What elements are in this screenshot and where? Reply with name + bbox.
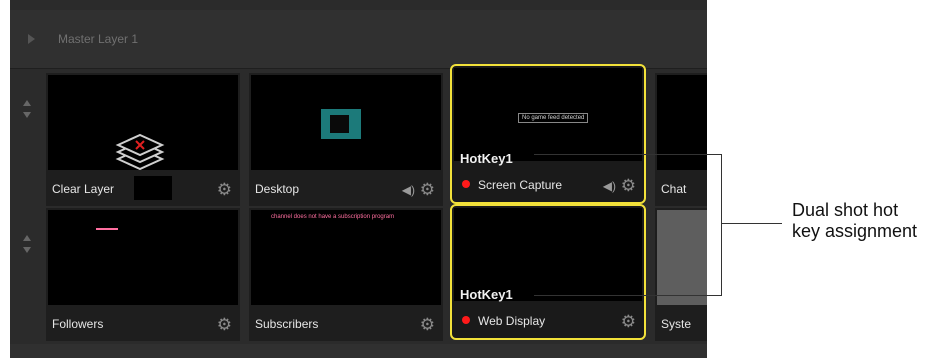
shot-preview	[48, 210, 238, 305]
shot-tile-subscribers[interactable]: channel does not have a subscription pro…	[249, 208, 443, 341]
gear-icon[interactable]: ⚙	[217, 316, 232, 333]
shot-preview: channel does not have a subscription pro…	[251, 210, 441, 305]
panel-footer	[10, 344, 707, 358]
callout-line-bottom	[534, 295, 722, 296]
shot-label: Subscribers	[255, 317, 319, 331]
hotkey-label: HotKey1	[460, 287, 513, 302]
gear-icon[interactable]: ⚙	[621, 177, 636, 194]
callout-line-top	[534, 154, 722, 155]
shot-tile-screen-capture[interactable]: No game feed detected HotKey1 Screen Cap…	[450, 64, 646, 204]
shot-preview	[657, 210, 707, 305]
callout-line-2: key assignment	[792, 221, 918, 241]
chevron-down-icon[interactable]	[23, 112, 31, 118]
speaker-icon[interactable]: ◀)	[402, 183, 415, 197]
gear-icon[interactable]: ⚙	[621, 313, 636, 330]
callout-bracket	[721, 154, 722, 296]
chevron-up-icon[interactable]	[23, 235, 31, 241]
callout-pointer	[722, 223, 782, 224]
layer-header[interactable]: Master Layer 1	[10, 10, 707, 69]
shot-label: Followers	[52, 317, 104, 331]
live-indicator-icon	[462, 180, 470, 188]
layer-title: Master Layer 1	[58, 32, 139, 46]
gear-icon[interactable]: ⚙	[420, 181, 435, 198]
color-swatch[interactable]	[134, 176, 172, 200]
shot-tile-system[interactable]: Syste	[655, 208, 707, 341]
shot-label: Clear Layer	[52, 182, 115, 196]
shot-tile-followers[interactable]: Followers ⚙	[46, 208, 240, 341]
desktop-thumbnail	[321, 109, 361, 139]
shot-label: Syste	[661, 317, 692, 331]
shot-preview	[657, 75, 707, 170]
preview-text-line	[96, 228, 118, 230]
speaker-icon[interactable]: ◀)	[603, 179, 616, 193]
preview-message: channel does not have a subscription pro…	[271, 214, 395, 220]
layers-icon	[115, 133, 165, 170]
panel-edge	[0, 0, 10, 358]
shot-label: Screen Capture	[478, 178, 563, 192]
callout-line-1: Dual shot hot	[792, 200, 899, 220]
shot-label: Web Display	[478, 314, 546, 328]
shot-preview	[48, 75, 238, 170]
row1-controls	[10, 70, 44, 206]
play-icon[interactable]	[28, 34, 35, 44]
shot-tile-clear-layer[interactable]: Clear Layer ⚙	[46, 73, 240, 206]
shot-label: Desktop	[255, 182, 300, 196]
gear-icon[interactable]: ⚙	[420, 316, 435, 333]
chevron-up-icon[interactable]	[23, 100, 31, 106]
row2-controls	[10, 207, 44, 343]
shot-tile-web-display[interactable]: HotKey1 Web Display ⚙	[450, 204, 646, 340]
shot-tile-desktop[interactable]: Desktop ◀) ⚙	[249, 73, 443, 206]
scene-panel: Master Layer 1 Clear Layer ⚙ Desktop ◀) …	[0, 0, 707, 358]
gear-icon[interactable]: ⚙	[217, 181, 232, 198]
shot-label: Chat	[661, 182, 687, 196]
preview-message: No game feed detected	[518, 113, 589, 123]
shot-preview: No game feed detected	[454, 68, 642, 161]
chevron-down-icon[interactable]	[23, 247, 31, 253]
hotkey-label: HotKey1	[460, 151, 513, 166]
shot-preview	[251, 75, 441, 170]
callout-text: Dual shot hot key assignment	[792, 200, 917, 242]
shot-tile-chat[interactable]: Chat	[655, 73, 707, 206]
live-indicator-icon	[462, 316, 470, 324]
